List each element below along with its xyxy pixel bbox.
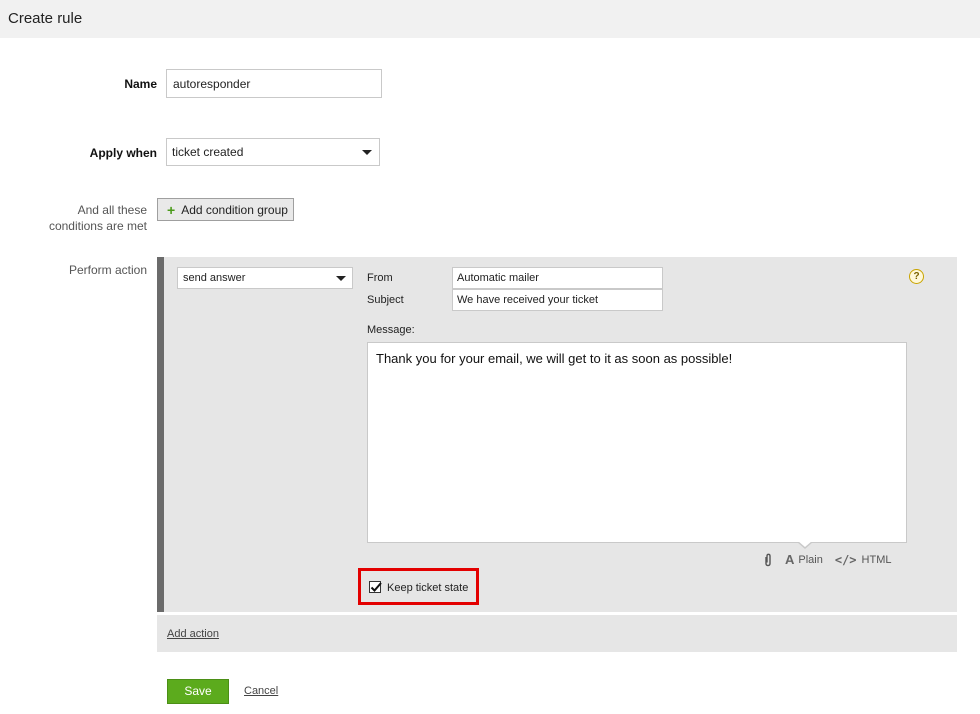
- message-textarea[interactable]: Thank you for your email, we will get to…: [367, 342, 907, 543]
- conditions-label-line2: conditions are met: [48, 219, 147, 233]
- help-icon[interactable]: ?: [909, 269, 924, 284]
- subject-input[interactable]: [452, 289, 663, 311]
- cancel-link[interactable]: Cancel: [244, 685, 278, 697]
- message-format-bar: A Plain </> HTML: [763, 552, 892, 567]
- keep-ticket-state-label[interactable]: Keep ticket state: [387, 582, 468, 594]
- add-action-strip: [157, 615, 957, 652]
- apply-when-select[interactable]: ticket created: [166, 138, 380, 166]
- font-letter-icon: A: [785, 552, 795, 567]
- apply-when-value: ticket created: [172, 145, 244, 159]
- checkmark-icon: [370, 582, 382, 592]
- perform-action-label: Perform action: [68, 263, 147, 277]
- subject-label: Subject: [367, 294, 404, 306]
- html-format-option[interactable]: </> HTML: [835, 553, 892, 567]
- code-icon: </>: [834, 552, 857, 567]
- conditions-label-line1: And all these: [77, 203, 147, 217]
- add-condition-group-button[interactable]: + Add condition group: [157, 198, 294, 221]
- paperclip-icon[interactable]: [763, 553, 775, 567]
- page-header: Create rule: [0, 0, 980, 38]
- conditions-label: And all these conditions are met: [20, 202, 147, 234]
- message-label: Message:: [367, 324, 415, 336]
- apply-when-label: Apply when: [89, 146, 157, 160]
- action-type-value: send answer: [183, 272, 246, 284]
- format-pointer-notch-inner: [798, 541, 812, 547]
- chevron-down-icon: [362, 150, 372, 155]
- plain-format-label: Plain: [798, 553, 823, 566]
- html-format-label: HTML: [861, 553, 892, 566]
- plus-icon: +: [167, 201, 176, 218]
- action-panel-bar: [157, 257, 164, 612]
- action-type-select[interactable]: send answer: [177, 267, 353, 289]
- keep-ticket-state-checkbox[interactable]: [369, 581, 382, 593]
- add-condition-group-label: Add condition group: [181, 202, 288, 217]
- name-input[interactable]: [166, 69, 382, 98]
- plain-format-option[interactable]: A Plain: [785, 552, 823, 567]
- add-action-link[interactable]: Add action: [167, 628, 219, 640]
- save-button[interactable]: Save: [167, 679, 229, 704]
- page-title: Create rule: [8, 10, 83, 27]
- chevron-down-icon: [336, 276, 346, 281]
- from-label: From: [367, 272, 393, 284]
- from-input[interactable]: [452, 267, 663, 289]
- name-label: Name: [124, 77, 157, 91]
